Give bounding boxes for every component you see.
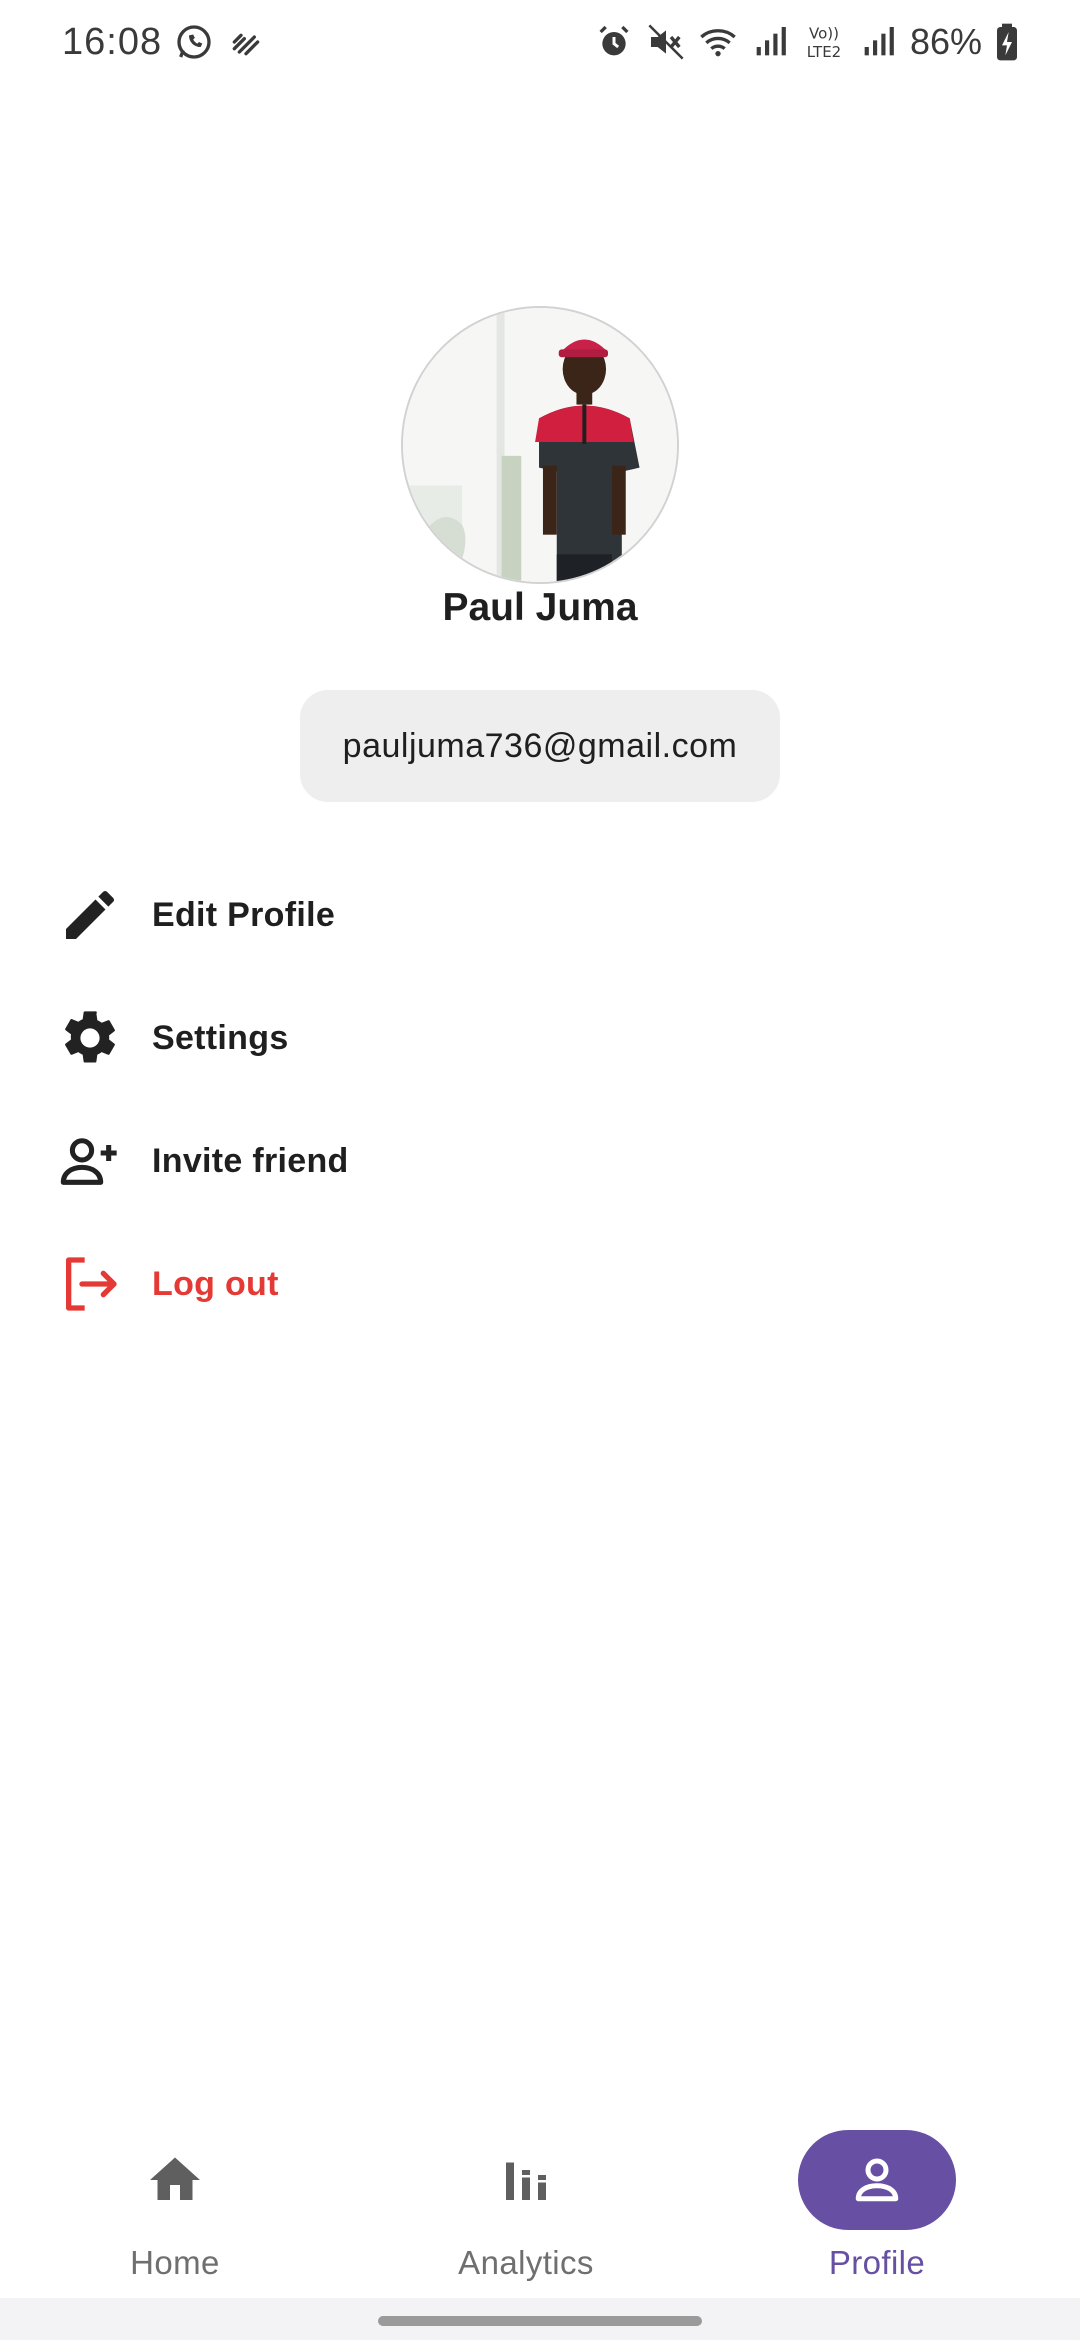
email-text: pauljuma736@gmail.com xyxy=(342,726,738,765)
nav-item-analytics[interactable]: Analytics xyxy=(396,2130,656,2300)
status-bar-right: Vo)) LTE2 86% xyxy=(594,21,1020,63)
gesture-navigation-area xyxy=(0,2298,1080,2340)
nav-indicator-active xyxy=(798,2130,956,2230)
gear-icon xyxy=(54,1002,126,1074)
volte-label-top: Vo)) xyxy=(809,25,839,43)
nav-item-profile[interactable]: Profile xyxy=(747,2130,1007,2300)
nav-indicator xyxy=(96,2130,254,2230)
menu-item-invite-friend[interactable]: Invite friend xyxy=(0,1106,1080,1216)
mute-icon xyxy=(646,22,686,62)
logout-icon xyxy=(54,1248,126,1320)
battery-charging-icon xyxy=(994,22,1020,62)
wifi-icon xyxy=(698,22,738,62)
menu-item-label: Log out xyxy=(152,1264,279,1303)
status-time: 16:08 xyxy=(62,20,163,63)
volte-icon: Vo)) LTE2 xyxy=(802,22,846,62)
gesture-handle[interactable] xyxy=(378,2316,702,2326)
avatar[interactable] xyxy=(401,306,679,584)
whatsapp-icon xyxy=(174,22,214,62)
profile-screen: 16:08 Vo)) LTE2 86% Paul Juma pauljuma73… xyxy=(0,0,1080,2340)
menu-item-label: Invite friend xyxy=(152,1141,349,1180)
nav-item-home[interactable]: Home xyxy=(45,2130,305,2300)
cell-signal-icon xyxy=(750,22,790,62)
edit-pencil-icon xyxy=(54,879,126,951)
menu-item-edit-profile[interactable]: Edit Profile xyxy=(0,860,1080,970)
status-bar: 16:08 Vo)) LTE2 86% xyxy=(0,0,1080,84)
bottom-navigation: Home Analytics Profile xyxy=(0,2098,1080,2298)
menu-item-settings[interactable]: Settings xyxy=(0,983,1080,1093)
nav-label: Home xyxy=(130,2244,220,2281)
volte-label-bottom: LTE2 xyxy=(807,43,841,61)
person-icon xyxy=(847,2150,907,2210)
menu-item-logout[interactable]: Log out xyxy=(0,1229,1080,1339)
battery-percentage: 86% xyxy=(909,21,982,62)
add-person-icon xyxy=(54,1125,126,1197)
nav-label: Profile xyxy=(828,2244,926,2281)
alarm-icon xyxy=(594,22,634,62)
menu-item-label: Edit Profile xyxy=(152,895,336,934)
menu-item-label: Settings xyxy=(152,1018,289,1057)
nav-label: Analytics xyxy=(458,2244,594,2281)
email-chip: pauljuma736@gmail.com xyxy=(300,690,780,802)
bar-chart-icon xyxy=(496,2150,556,2210)
user-name: Paul Juma xyxy=(442,586,638,629)
nav-indicator xyxy=(447,2130,605,2230)
home-icon xyxy=(145,2150,205,2210)
signal-activity-icon xyxy=(226,22,266,62)
cell-signal-icon xyxy=(858,22,898,62)
status-bar-left: 16:08 xyxy=(62,21,266,64)
